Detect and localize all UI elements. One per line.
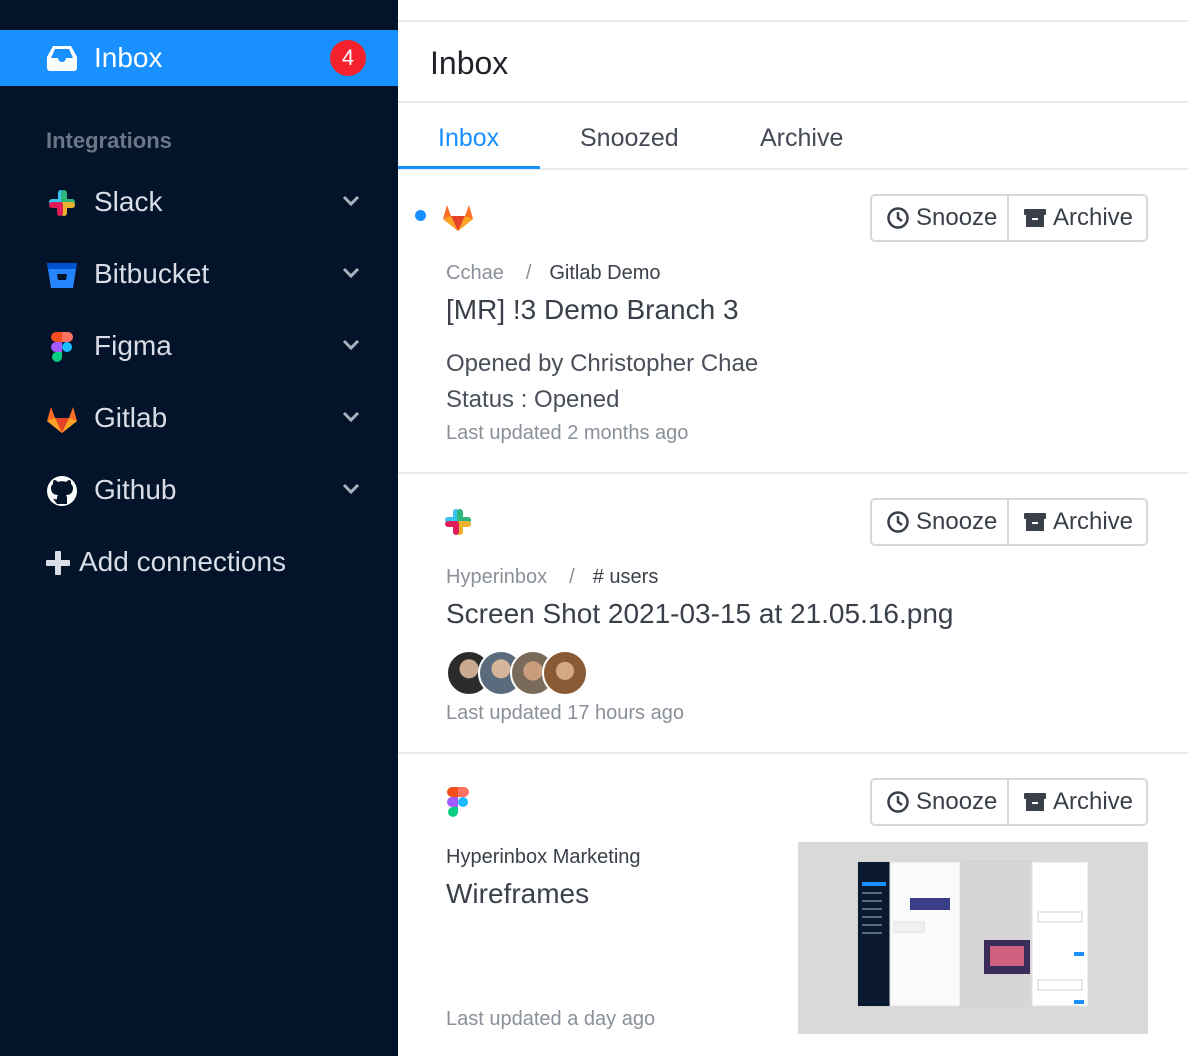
sidebar-item-github[interactable]: Github [0, 462, 398, 518]
figma-icon [51, 332, 73, 362]
main-panel: Inbox Inbox Snoozed Archive Snooze Archi… [398, 0, 1188, 1056]
sidebar-item-label: Github [94, 474, 177, 505]
slack-icon [445, 509, 471, 535]
slack-icon [49, 190, 75, 216]
page-title: Inbox [430, 45, 509, 81]
file-preview-thumbnail[interactable] [798, 842, 1148, 1034]
unread-count-badge: 4 [330, 40, 366, 76]
integrations-heading: Integrations [46, 128, 172, 153]
snooze-button[interactable]: Snooze [872, 780, 1009, 824]
sidebar-item-figma[interactable]: Figma [0, 318, 398, 374]
snooze-button[interactable]: Snooze [872, 500, 1009, 544]
archive-box-icon [1024, 513, 1046, 531]
sidebar-item-gitlab[interactable]: Gitlab [0, 390, 398, 446]
snooze-label: Snooze [916, 204, 998, 231]
breadcrumb-leaf[interactable]: Gitlab Demo [549, 262, 660, 284]
sidebar-item-label: Figma [94, 330, 172, 361]
archive-button[interactable]: Archive [1009, 196, 1146, 240]
divider [398, 20, 1188, 22]
bitbucket-icon [47, 263, 77, 288]
figma-icon [447, 787, 469, 817]
archive-box-icon [1024, 793, 1046, 811]
sidebar-item-label: Bitbucket [94, 258, 210, 289]
plus-icon [46, 551, 70, 575]
sidebar-item-bitbucket[interactable]: Bitbucket [0, 246, 398, 302]
wireframe-preview-image [857, 861, 1089, 1007]
card-title[interactable]: Screen Shot 2021-03-15 at 21.05.16.png [446, 598, 954, 630]
card-title[interactable]: [MR] !3 Demo Branch 3 [446, 294, 739, 326]
snooze-button[interactable]: Snooze [872, 196, 1009, 240]
last-updated: Last updated 17 hours ago [446, 702, 684, 724]
archive-label: Archive [1053, 508, 1134, 535]
gitlab-icon [47, 407, 77, 433]
card-actions: Snooze Archive [870, 498, 1148, 546]
card-actions: Snooze Archive [870, 194, 1148, 242]
clock-icon [887, 511, 909, 533]
card-detail: Opened by Christopher Chae [446, 350, 759, 377]
divider [398, 752, 1188, 754]
tab-snoozed[interactable]: Snoozed [580, 124, 679, 152]
sidebar-item-inbox[interactable]: Inbox 4 [0, 30, 398, 86]
chevron-down-icon[interactable] [342, 338, 360, 352]
snooze-label: Snooze [916, 788, 998, 815]
tab-inbox[interactable]: Inbox [438, 124, 499, 152]
archive-label: Archive [1053, 204, 1134, 231]
breadcrumb: Hyperinbox / # users [446, 565, 658, 589]
last-updated: Last updated 2 months ago [446, 422, 689, 444]
sidebar-item-slack[interactable]: Slack [0, 174, 398, 230]
clock-icon [887, 207, 909, 229]
chevron-down-icon[interactable] [342, 410, 360, 424]
tab-archive[interactable]: Archive [760, 124, 843, 152]
active-tab-indicator [398, 166, 540, 169]
sidebar-item-label: Inbox [94, 42, 163, 73]
last-updated: Last updated a day ago [446, 1008, 656, 1030]
card-title[interactable]: Wireframes [446, 878, 589, 910]
breadcrumb-parent[interactable]: Cchae [446, 262, 504, 284]
divider [398, 472, 1188, 474]
snooze-label: Snooze [916, 508, 998, 535]
sidebar: Inbox 4 Integrations Slack Bitbucket Fig… [0, 0, 398, 1056]
archive-button[interactable]: Archive [1009, 780, 1146, 824]
participant-avatars [446, 650, 606, 696]
breadcrumb-leaf[interactable]: # users [593, 566, 659, 588]
breadcrumb: Cchae / Gitlab Demo [446, 261, 661, 285]
breadcrumb-leaf[interactable]: Hyperinbox Marketing [446, 846, 641, 868]
gitlab-icon [443, 205, 473, 231]
chevron-down-icon[interactable] [342, 482, 360, 496]
archive-box-icon [1024, 209, 1046, 227]
add-connections-button[interactable]: Add connections [46, 534, 366, 590]
breadcrumb: Hyperinbox Marketing [446, 845, 641, 869]
inbox-icon [47, 46, 77, 71]
github-icon [47, 476, 77, 506]
card-detail: Status : Opened [446, 386, 620, 413]
clock-icon [887, 791, 909, 813]
archive-button[interactable]: Archive [1009, 500, 1146, 544]
unread-indicator [415, 210, 426, 221]
breadcrumb-separator: / [569, 566, 575, 588]
archive-label: Archive [1053, 788, 1134, 815]
divider [398, 101, 1188, 103]
breadcrumb-parent[interactable]: Hyperinbox [446, 566, 547, 588]
sidebar-item-label: Gitlab [94, 402, 168, 433]
chevron-down-icon[interactable] [342, 194, 360, 208]
add-connections-label: Add connections [79, 546, 287, 577]
chevron-down-icon[interactable] [342, 266, 360, 280]
avatar[interactable] [542, 650, 588, 696]
sidebar-item-label: Slack [94, 186, 163, 217]
card-actions: Snooze Archive [870, 778, 1148, 826]
breadcrumb-separator: / [525, 262, 532, 284]
